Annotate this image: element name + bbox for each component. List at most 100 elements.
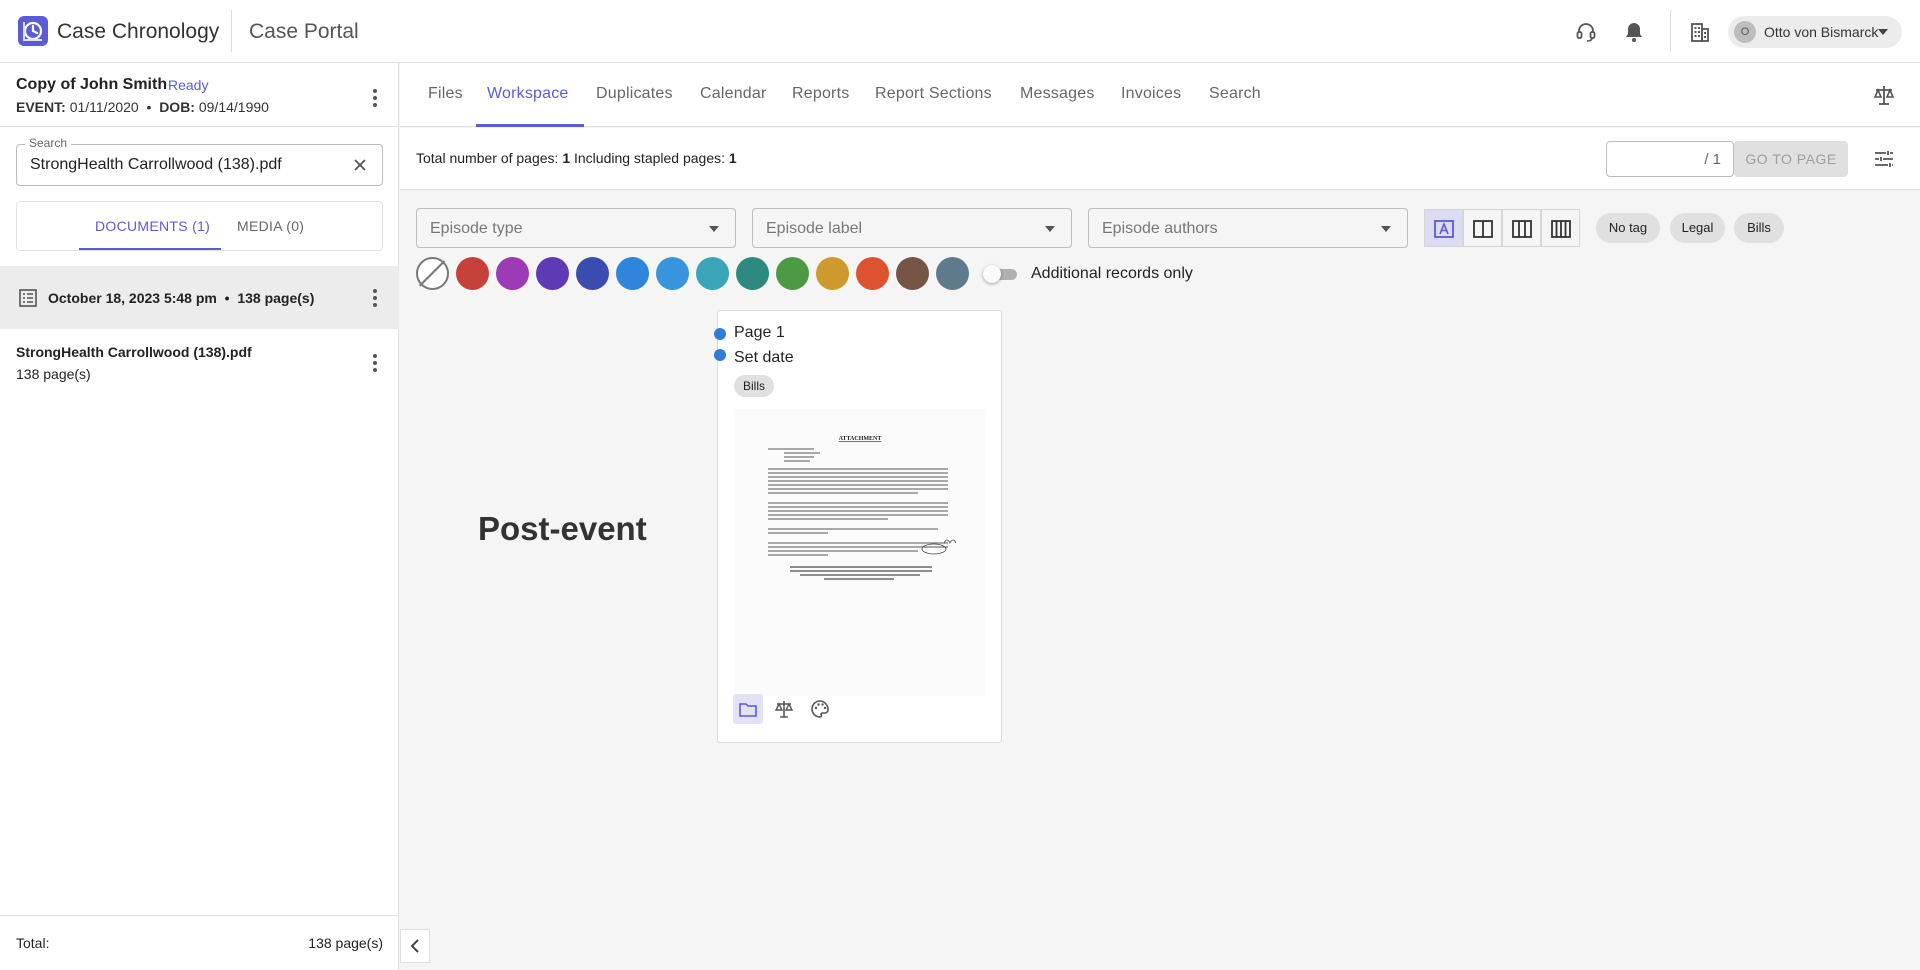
- go-to-page-button[interactable]: GO TO PAGE: [1734, 141, 1848, 177]
- filter-settings-icon[interactable]: [1872, 147, 1896, 171]
- case-sidebar: Copy of John Smith Ready EVENT: 01/11/20…: [0, 63, 399, 970]
- main-nav: Files Workspace Duplicates Calendar Repo…: [400, 63, 1920, 127]
- chip-legal[interactable]: Legal: [1670, 213, 1725, 243]
- view-mode-toggle: [1424, 209, 1580, 247]
- palette-icon[interactable]: [805, 694, 835, 724]
- color-swatch[interactable]: [896, 257, 929, 290]
- color-swatch[interactable]: [816, 257, 849, 290]
- episode-authors-placeholder: Episode authors: [1102, 220, 1218, 237]
- color-swatch[interactable]: [536, 257, 569, 290]
- search-input[interactable]: StrongHealth Carrollwood (138).pdf: [30, 156, 282, 174]
- document-search-field[interactable]: Search StrongHealth Carrollwood (138).pd…: [16, 136, 383, 186]
- chevron-down-icon: [1045, 226, 1055, 232]
- tab-search[interactable]: Search: [1209, 85, 1261, 103]
- legal-scale-icon[interactable]: [769, 694, 799, 724]
- page-info-bar: Total number of pages: 1 Including stapl…: [400, 128, 1920, 190]
- view-auto-button[interactable]: [1424, 209, 1463, 247]
- total-pages-label: Total number of pages:: [416, 150, 559, 166]
- user-menu[interactable]: O Otto von Bismarck: [1728, 16, 1902, 48]
- no-color-swatch-icon[interactable]: [416, 257, 449, 290]
- organization-building-icon[interactable]: [1688, 20, 1712, 44]
- user-name: Otto von Bismarck: [1764, 24, 1879, 40]
- total-value: 138 page(s): [308, 935, 383, 951]
- group-menu-kebab-icon[interactable]: [363, 286, 387, 310]
- group-label: October 18, 2023 5:48 pm • 138 page(s): [48, 290, 314, 306]
- color-swatch[interactable]: [576, 257, 609, 290]
- episode-type-select[interactable]: Episode type: [416, 208, 736, 248]
- chevron-left-icon: [410, 939, 419, 953]
- view-three-columns-button[interactable]: [1502, 209, 1541, 247]
- tab-calendar[interactable]: Calendar: [700, 85, 767, 103]
- page-total: / 1: [1704, 151, 1721, 168]
- color-swatch[interactable]: [656, 257, 689, 290]
- document-tabs: DOCUMENTS (1) MEDIA (0): [16, 201, 383, 251]
- collapse-sidebar-button[interactable]: [400, 929, 430, 963]
- group-separator: •: [224, 290, 230, 306]
- case-chronology-logo-icon[interactable]: [18, 16, 48, 46]
- chip-bills[interactable]: Bills: [1734, 213, 1784, 243]
- tab-invoices[interactable]: Invoices: [1121, 85, 1181, 103]
- color-swatch[interactable]: [736, 257, 769, 290]
- color-swatch[interactable]: [616, 257, 649, 290]
- topbar-divider: [1670, 10, 1671, 52]
- event-label: EVENT:: [16, 99, 66, 115]
- document-group-row[interactable]: October 18, 2023 5:48 pm • 138 page(s): [0, 266, 399, 329]
- document-name[interactable]: StrongHealth Carrollwood (138).pdf: [16, 344, 252, 360]
- thumbnail-title: ATTACHMENT: [839, 436, 882, 442]
- tab-messages[interactable]: Messages: [1020, 85, 1095, 103]
- view-two-columns-button[interactable]: [1463, 209, 1502, 247]
- page-card[interactable]: Page 1 Set date Bills ATTACHMENT: [714, 310, 1002, 743]
- event-date: 01/11/2020: [69, 99, 139, 115]
- tab-documents[interactable]: DOCUMENTS (1): [95, 218, 210, 234]
- group-date: October 18, 2023 5:48 pm: [48, 290, 217, 306]
- portal-title: Case Portal: [249, 20, 359, 43]
- case-name: Copy of John Smith: [16, 76, 168, 93]
- tab-report-sections[interactable]: Report Sections: [875, 85, 992, 103]
- tab-duplicates[interactable]: Duplicates: [596, 85, 673, 103]
- additional-records-label: Additional records only: [1031, 265, 1193, 282]
- stapled-pages-value: 1: [728, 150, 737, 166]
- active-nav-indicator: [476, 124, 584, 127]
- chip-no-tag[interactable]: No tag: [1596, 213, 1660, 243]
- stapled-pages-label: Including stapled pages:: [574, 150, 725, 166]
- chevron-down-icon: [709, 226, 719, 232]
- legal-scale-icon[interactable]: [1872, 83, 1896, 107]
- sidebar-divider: [0, 126, 399, 127]
- section-heading: Post-event: [478, 510, 647, 547]
- case-meta: EVENT: 01/11/2020 • DOB: 09/14/1990: [16, 99, 269, 115]
- clear-search-icon[interactable]: [351, 156, 369, 174]
- folder-icon[interactable]: [733, 694, 763, 724]
- card-tag-chip[interactable]: Bills: [734, 375, 775, 397]
- date-status-dot: [714, 349, 726, 361]
- tab-reports[interactable]: Reports: [792, 85, 849, 103]
- chevron-down-icon: [1381, 226, 1391, 232]
- color-swatch[interactable]: [776, 257, 809, 290]
- case-menu-kebab-icon[interactable]: [363, 86, 387, 110]
- document-pages: 138 page(s): [16, 366, 91, 382]
- episode-authors-select[interactable]: Episode authors: [1088, 208, 1408, 248]
- color-swatch[interactable]: [456, 257, 489, 290]
- page-count-info: Total number of pages: 1 Including stapl…: [416, 150, 737, 166]
- notifications-bell-icon[interactable]: [1622, 20, 1646, 44]
- tab-workspace[interactable]: Workspace: [487, 85, 569, 103]
- tab-media[interactable]: MEDIA (0): [237, 218, 304, 234]
- top-bar: Case Chronology Case Portal O Otto von B…: [0, 0, 1920, 63]
- brand-divider: [231, 10, 232, 52]
- tab-files[interactable]: Files: [428, 85, 463, 103]
- support-headset-icon[interactable]: [1574, 20, 1598, 44]
- page-number-input[interactable]: / 1: [1606, 141, 1734, 177]
- additional-records-toggle[interactable]: [983, 265, 1017, 283]
- color-swatch[interactable]: [856, 257, 889, 290]
- search-label: Search: [25, 136, 72, 150]
- document-list-icon: [18, 288, 38, 308]
- page-thumbnail[interactable]: ATTACHMENT: [734, 409, 986, 696]
- card-set-date[interactable]: Set date: [734, 349, 794, 367]
- color-swatch[interactable]: [936, 257, 969, 290]
- color-swatch[interactable]: [496, 257, 529, 290]
- dob-value: 09/14/1990: [198, 99, 269, 115]
- color-swatch[interactable]: [696, 257, 729, 290]
- view-four-columns-button[interactable]: [1541, 209, 1580, 247]
- group-pages: 138 page(s): [237, 290, 315, 306]
- episode-label-select[interactable]: Episode label: [752, 208, 1072, 248]
- document-menu-kebab-icon[interactable]: [363, 351, 387, 375]
